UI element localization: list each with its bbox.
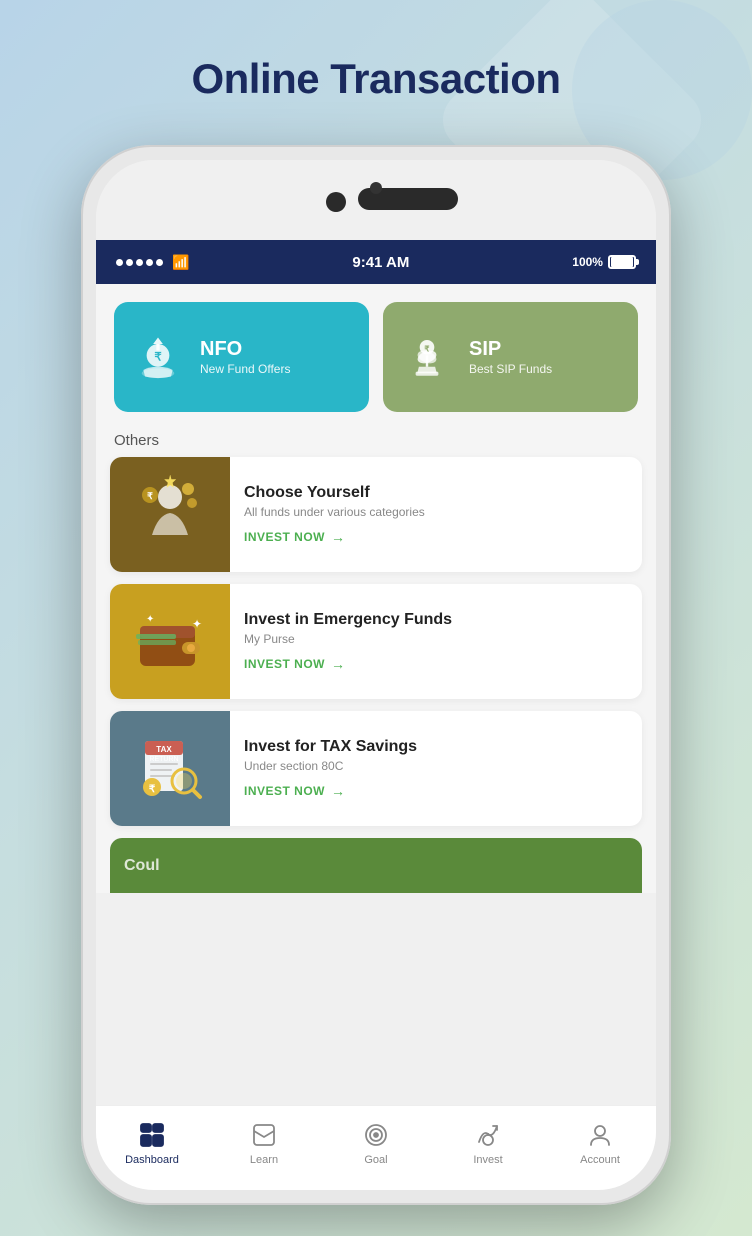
partial-item-text: Coul [124, 857, 160, 875]
svg-text:₹: ₹ [154, 351, 161, 363]
tax-title: Invest for TAX Savings [244, 738, 417, 756]
account-icon [586, 1121, 614, 1149]
status-bar: 📶 9:41 AM 100% [96, 240, 656, 284]
svg-text:✦: ✦ [192, 617, 202, 631]
dashboard-icon [138, 1121, 166, 1149]
emergency-subtitle: My Purse [244, 632, 452, 646]
dashboard-label: Dashboard [125, 1154, 179, 1166]
nfo-icon: ₹ [130, 329, 186, 385]
svg-text:₹: ₹ [147, 491, 153, 501]
nfo-card-text: NFO New Fund Offers [200, 338, 290, 376]
goal-label: Goal [364, 1154, 387, 1166]
sidebar-item-dashboard[interactable]: Dashboard [96, 1121, 208, 1166]
choose-title: Choose Yourself [244, 484, 425, 502]
list-item[interactable]: ₹ Choose Yourself All funds under variou… [110, 457, 642, 572]
tax-cta-text: INVEST NOW [244, 784, 325, 798]
wifi-icon: 📶 [172, 254, 189, 271]
signal-area: 📶 [116, 254, 189, 271]
tax-invest-btn[interactable]: INVEST NOW → [244, 783, 417, 799]
tax-icon: TAX RETURN ₹ [110, 711, 230, 826]
svg-text:₹: ₹ [149, 784, 156, 795]
choose-invest-btn[interactable]: INVEST NOW → [244, 529, 425, 545]
choose-icon: ₹ [110, 457, 230, 572]
emergency-invest-btn[interactable]: INVEST NOW → [244, 656, 452, 672]
learn-label: Learn [250, 1154, 278, 1166]
arrow-icon: → [331, 656, 346, 672]
nfo-title: NFO [200, 338, 290, 360]
app-content: ₹ NFO New Fund Offers [96, 284, 656, 893]
phone-top-bar [96, 160, 656, 240]
battery-icon [608, 255, 636, 269]
svg-text:TAX: TAX [156, 745, 172, 754]
front-camera-icon [326, 192, 346, 212]
top-cards-row: ₹ NFO New Fund Offers [96, 284, 656, 422]
choose-subtitle: All funds under various categories [244, 505, 425, 519]
sip-card[interactable]: ₹ SIP Best SIP Funds [383, 302, 638, 412]
list-item[interactable]: ✦ ✦ Invest in Emergency Funds My Purse I… [110, 584, 642, 699]
sidebar-item-goal[interactable]: Goal [320, 1121, 432, 1166]
sip-subtitle: Best SIP Funds [469, 362, 552, 376]
account-label: Account [580, 1154, 620, 1166]
sip-card-text: SIP Best SIP Funds [469, 338, 552, 376]
svg-text:✦: ✦ [146, 614, 154, 625]
invest-label: Invest [473, 1154, 502, 1166]
battery-area: 100% [572, 255, 636, 269]
list-item[interactable]: TAX RETURN ₹ [110, 711, 642, 826]
sidebar-item-account[interactable]: Account [544, 1121, 656, 1166]
sip-icon: ₹ [399, 329, 455, 385]
emergency-icon: ✦ ✦ [110, 584, 230, 699]
camera-dot-icon [370, 182, 382, 194]
emergency-cta-text: INVEST NOW [244, 657, 325, 671]
partial-list-item: Coul [110, 838, 642, 893]
sidebar-item-learn[interactable]: Learn [208, 1121, 320, 1166]
list-container: ₹ Choose Yourself All funds under variou… [96, 457, 656, 826]
choose-cta-text: INVEST NOW [244, 530, 325, 544]
page-title: Online Transaction [0, 55, 752, 103]
arrow-icon: → [331, 529, 346, 545]
svg-text:₹: ₹ [424, 344, 429, 353]
emergency-item-body: Invest in Emergency Funds My Purse INVES… [230, 584, 466, 699]
svg-text:RETURN: RETURN [149, 756, 178, 763]
signal-dots [116, 259, 163, 266]
emergency-title: Invest in Emergency Funds [244, 611, 452, 629]
nfo-subtitle: New Fund Offers [200, 362, 290, 376]
phone-shell: 📶 9:41 AM 100% [81, 145, 671, 1205]
arrow-icon: → [331, 783, 346, 799]
others-label: Others [96, 422, 656, 457]
nfo-card[interactable]: ₹ NFO New Fund Offers [114, 302, 369, 412]
sip-title: SIP [469, 338, 552, 360]
learn-icon [250, 1121, 278, 1149]
sidebar-item-invest[interactable]: Invest [432, 1121, 544, 1166]
tax-subtitle: Under section 80C [244, 759, 417, 773]
goal-icon [362, 1121, 390, 1149]
battery-text: 100% [572, 255, 603, 269]
choose-item-body: Choose Yourself All funds under various … [230, 457, 439, 572]
invest-icon [474, 1121, 502, 1149]
tax-item-body: Invest for TAX Savings Under section 80C… [230, 711, 431, 826]
bottom-nav: Dashboard Learn [96, 1105, 656, 1190]
status-time: 9:41 AM [352, 254, 409, 271]
